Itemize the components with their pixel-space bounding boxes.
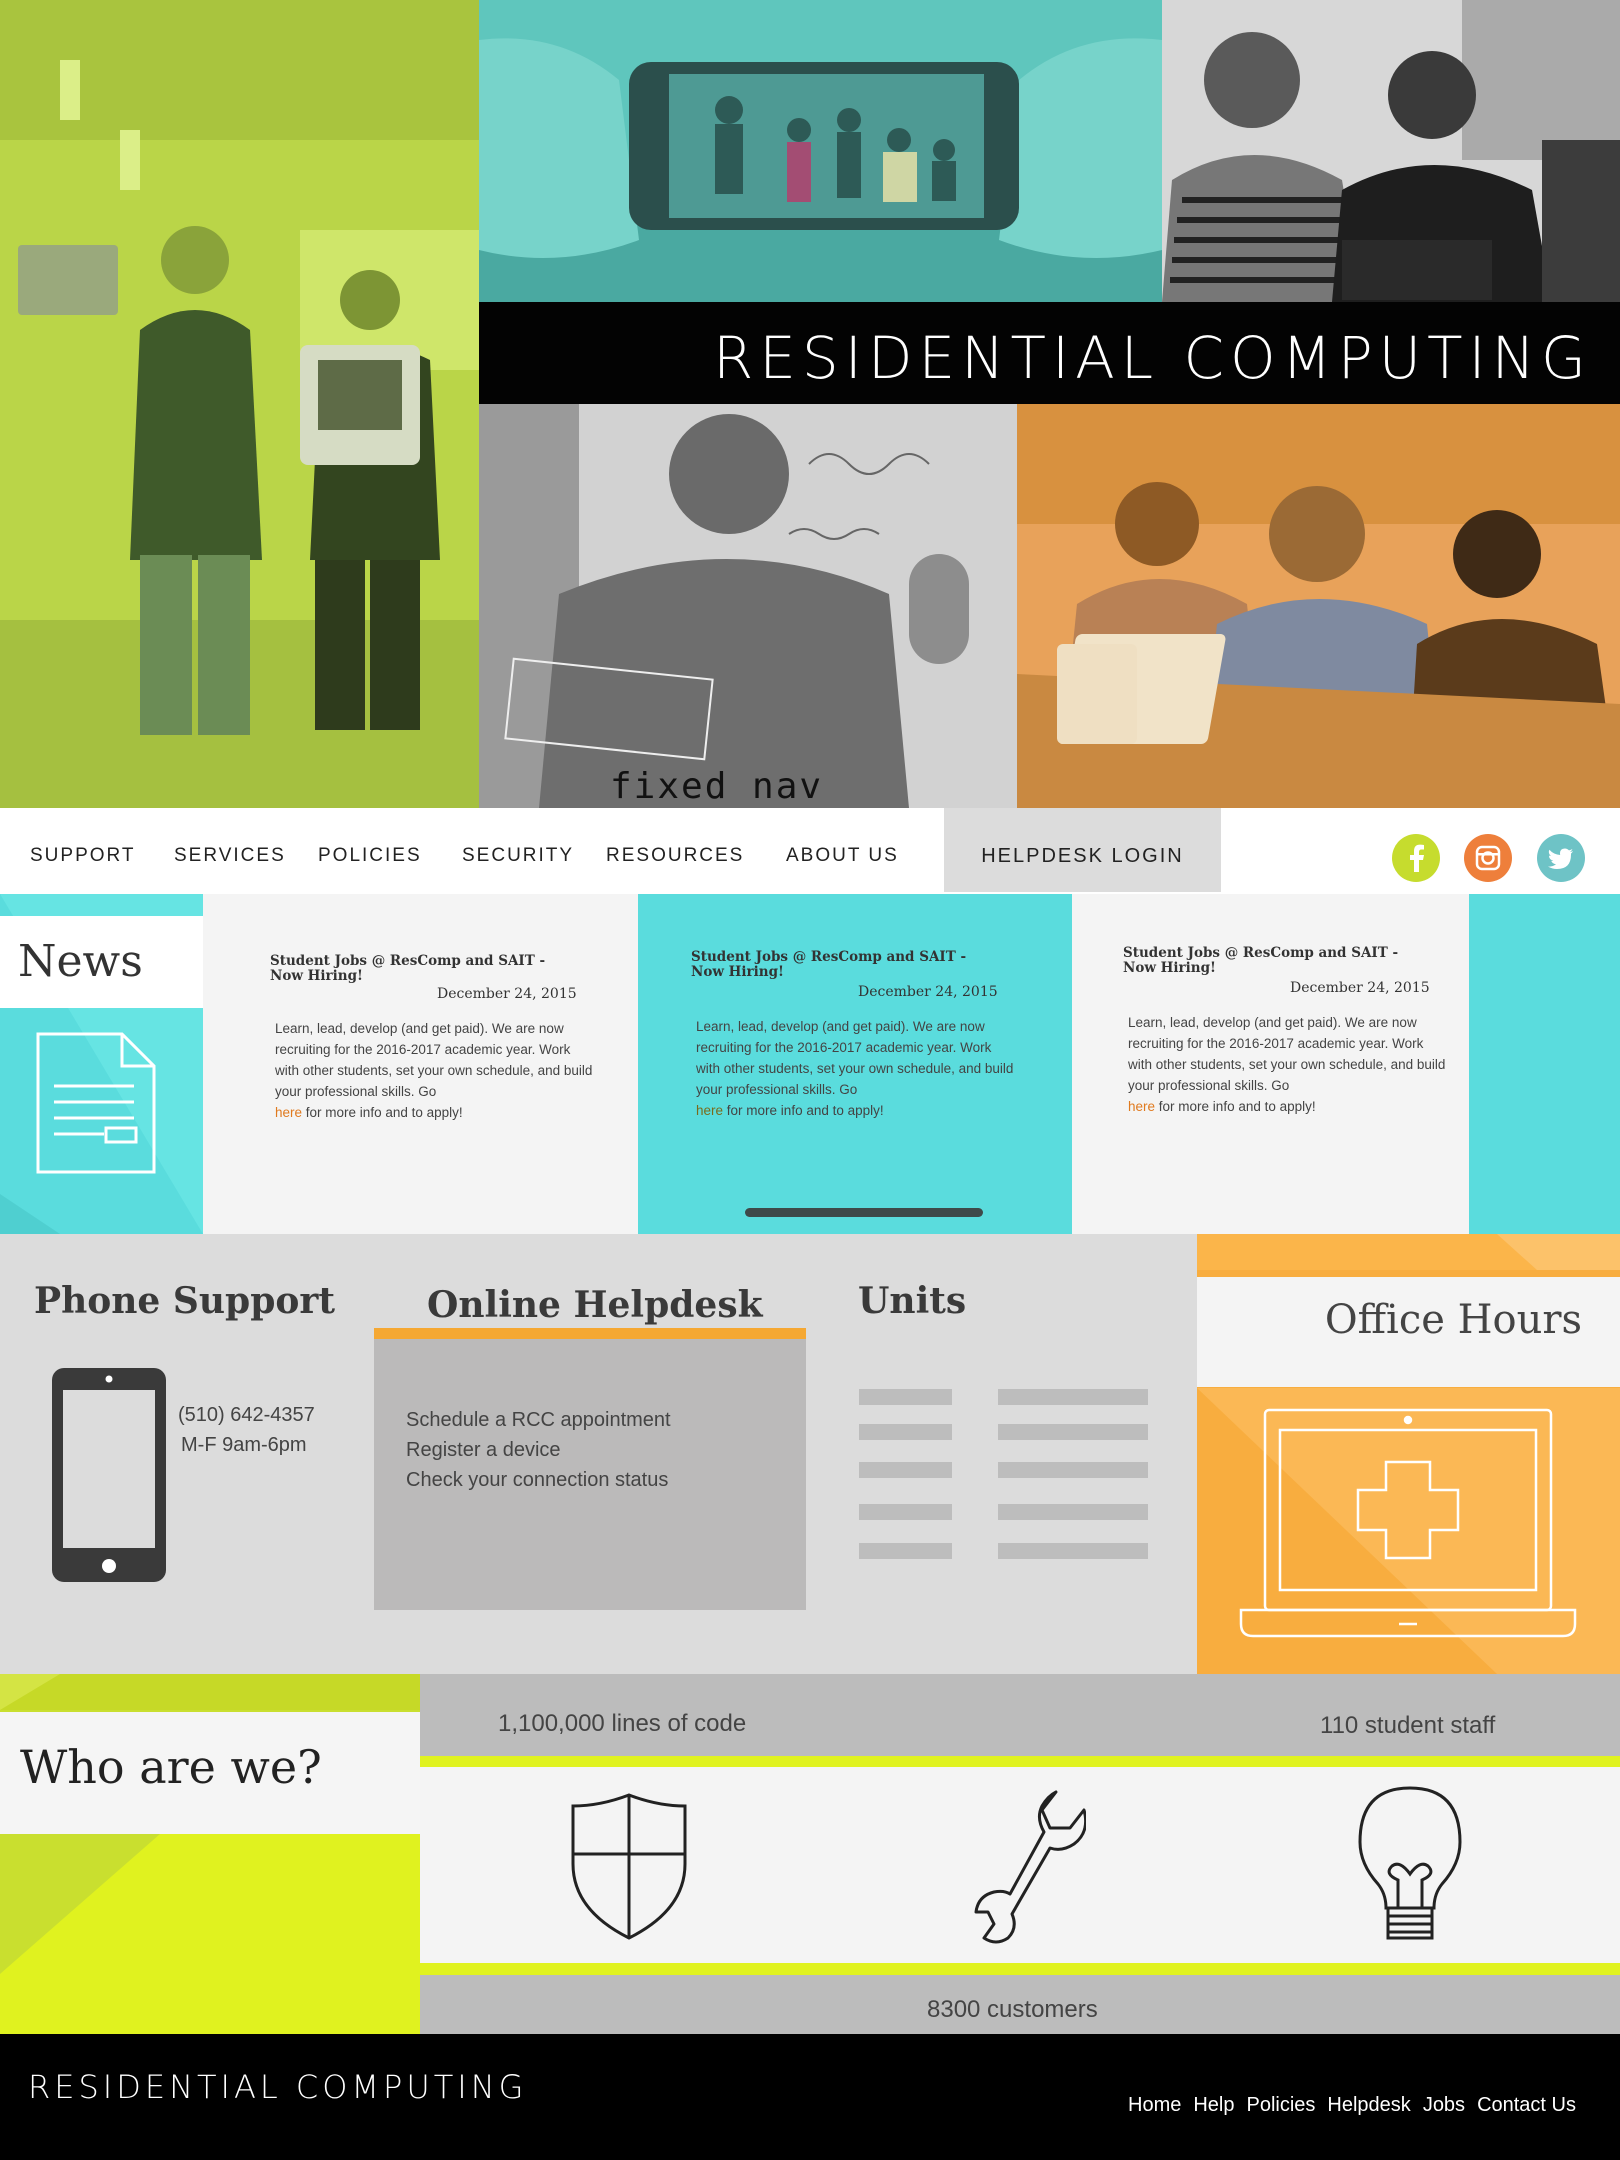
footer-links: Home Help Policies Helpdesk Jobs Contact…	[1128, 2094, 1576, 2117]
office-hours-panel[interactable]: Office Hours	[1197, 1234, 1620, 1674]
facebook-icon[interactable]	[1392, 834, 1440, 882]
stat-lines-of-code: 1,100,000 lines of code	[498, 1710, 747, 1737]
units-heading[interactable]: Units	[858, 1280, 966, 1322]
units-placeholder-bar	[859, 1462, 952, 1478]
nav-about-us[interactable]: ABOUT US	[786, 808, 899, 892]
wrench-icon	[974, 1786, 1088, 1949]
laptop-medical-icon	[1237, 1406, 1579, 1645]
online-helpdesk-heading[interactable]: Online Helpdesk	[427, 1284, 763, 1326]
news-body: Learn, lead, develop (and get paid). We …	[696, 1019, 1014, 1118]
stat-customers: 8300 customers	[927, 1996, 1098, 2023]
news-link-here[interactable]: here	[696, 1103, 723, 1118]
footer-link-home[interactable]: Home	[1128, 2094, 1181, 2117]
footer-link-helpdesk[interactable]: Helpdesk	[1327, 2094, 1410, 2117]
phone-hours: M-F 9am-6pm	[181, 1434, 307, 1456]
news-link-here[interactable]: here	[1128, 1099, 1155, 1114]
lime-divider	[420, 1963, 1620, 1975]
footer-link-help[interactable]: Help	[1193, 2094, 1234, 2117]
schedule-appointment-link[interactable]: Schedule a RCC appointment	[406, 1409, 671, 1432]
nav-services[interactable]: SERVICES	[174, 808, 286, 892]
hero-photo-lime	[0, 0, 479, 808]
shield-icon	[570, 1792, 688, 1945]
news-body: Learn, lead, develop (and get paid). We …	[275, 1021, 593, 1120]
nav-resources[interactable]: RESOURCES	[606, 808, 744, 892]
news-date: December 24, 2015	[858, 984, 998, 1000]
news-card-peek	[1469, 894, 1620, 1234]
footer: RESIDENTIAL COMPUTING Home Help Policies…	[0, 2034, 1620, 2160]
units-placeholder-bar	[859, 1424, 952, 1440]
units-placeholder-bar	[998, 1462, 1148, 1478]
nav-support[interactable]: SUPPORT	[30, 808, 136, 892]
who-side-panel	[0, 1674, 420, 2034]
news-title[interactable]: Student Jobs @ ResComp and SAIT - Now Hi…	[691, 950, 1001, 980]
footer-link-policies[interactable]: Policies	[1247, 2094, 1316, 2117]
brand-banner: RESIDENTIAL COMPUTING	[479, 302, 1620, 404]
fixed-nav-annotation: fixed nav	[610, 766, 824, 807]
units-placeholder-bar	[859, 1504, 952, 1520]
news-card-1[interactable]: Student Jobs @ ResComp and SAIT - Now Hi…	[203, 894, 638, 1234]
phone-number[interactable]: (510) 642-4357	[178, 1404, 315, 1427]
news-card-3[interactable]: Student Jobs @ ResComp and SAIT - Now Hi…	[1072, 894, 1469, 1234]
news-title[interactable]: Student Jobs @ ResComp and SAIT - Now Hi…	[270, 954, 580, 984]
brand-logo[interactable]: RESIDENTIAL COMPUTING	[713, 324, 1592, 392]
news-date: December 24, 2015	[437, 986, 577, 1002]
office-hours-title-box: Office Hours	[1197, 1277, 1620, 1387]
units-placeholder-bar	[998, 1424, 1148, 1440]
helpdesk-box: Schedule a RCC appointment Register a de…	[374, 1328, 806, 1610]
news-label-box: News	[0, 916, 203, 1008]
stat-student-staff: 110 student staff	[1320, 1712, 1496, 1739]
connection-status-link[interactable]: Check your connection status	[406, 1469, 668, 1492]
phone-support-heading[interactable]: Phone Support	[34, 1280, 335, 1322]
who-are-we-heading: Who are we?	[20, 1740, 322, 1794]
hero-photo-orange	[1017, 404, 1620, 808]
instagram-icon[interactable]	[1464, 834, 1512, 882]
footer-logo[interactable]: RESIDENTIAL COMPUTING	[28, 2068, 527, 2106]
helpdesk-login-button[interactable]: HELPDESK LOGIN	[944, 808, 1221, 892]
twitter-icon[interactable]	[1537, 834, 1585, 882]
nav-policies[interactable]: POLICIES	[318, 808, 422, 892]
units-placeholder-bar	[998, 1543, 1148, 1559]
phone-icon	[50, 1366, 168, 1589]
nav-security[interactable]: SECURITY	[462, 808, 574, 892]
news-card-2[interactable]: Student Jobs @ ResComp and SAIT - Now Hi…	[638, 894, 1072, 1234]
units-placeholder-bar	[998, 1389, 1148, 1405]
document-icon	[34, 1030, 158, 1181]
units-placeholder-bar	[859, 1389, 952, 1405]
carousel-scrollbar[interactable]	[745, 1208, 983, 1217]
units-placeholder-bar	[998, 1504, 1148, 1520]
footer-link-jobs[interactable]: Jobs	[1423, 2094, 1465, 2117]
news-link-here[interactable]: here	[275, 1105, 302, 1120]
news-heading: News	[18, 936, 143, 987]
office-hours-heading[interactable]: Office Hours	[1325, 1297, 1582, 1343]
news-title[interactable]: Student Jobs @ ResComp and SAIT - Now Hi…	[1123, 946, 1433, 976]
news-date: December 24, 2015	[1290, 980, 1430, 996]
hero-photo-teal	[479, 0, 1162, 302]
units-placeholder-bar	[859, 1543, 952, 1559]
lime-divider	[420, 1756, 1620, 1767]
news-body: Learn, lead, develop (and get paid). We …	[1128, 1015, 1446, 1114]
hero-photo-bw-top	[1162, 0, 1620, 302]
hero-photo-whiteboard: fixed nav	[479, 404, 1017, 808]
lightbulb-icon	[1354, 1784, 1466, 1953]
main-nav: SUPPORT SERVICES POLICIES SECURITY RESOU…	[0, 808, 1620, 892]
footer-link-contact-us[interactable]: Contact Us	[1477, 2094, 1576, 2117]
register-device-link[interactable]: Register a device	[406, 1439, 561, 1462]
